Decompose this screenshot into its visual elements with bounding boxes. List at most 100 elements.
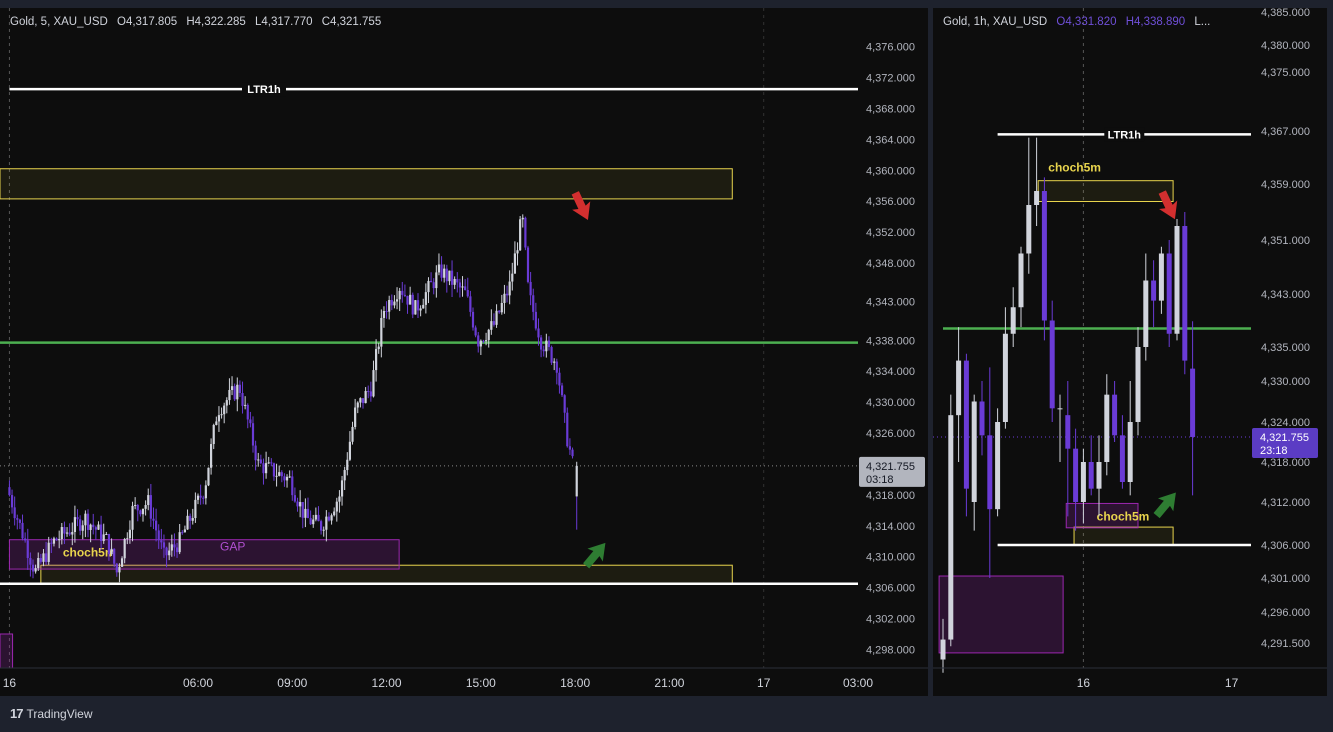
candle-body: [390, 300, 393, 306]
candle-body: [1026, 205, 1032, 254]
choch-label: choch5m: [63, 546, 116, 560]
candles-5m: [8, 214, 578, 583]
price-tick-label: 4,360.000: [866, 165, 915, 177]
candle-body: [257, 459, 260, 461]
tradingview-branding[interactable]: 17 TradingView: [10, 706, 93, 721]
candle-body: [545, 340, 548, 352]
price-tick-label: 4,312.000: [1261, 497, 1310, 509]
time-tick-label: 16: [3, 676, 17, 690]
candle-body: [13, 507, 16, 519]
candle-body: [173, 544, 176, 548]
candle-body: [60, 527, 63, 540]
price-tick-label: 4,338.000: [866, 335, 915, 347]
candle-body: [398, 290, 401, 300]
price-tick-label: 4,348.000: [866, 258, 915, 270]
candle-body: [1135, 347, 1141, 422]
candle-body: [118, 566, 121, 573]
candle-body: [338, 496, 341, 502]
legend-symbol: Gold, 1h, XAU_USD: [943, 16, 1048, 28]
candle-body: [278, 472, 281, 476]
candle-body: [458, 282, 462, 288]
candle-body: [259, 459, 262, 464]
candle-body: [50, 542, 53, 544]
candle-body: [1041, 191, 1047, 321]
candle-body: [52, 538, 56, 544]
candle-body: [314, 514, 317, 520]
brand-name: TradingView: [26, 706, 93, 721]
time-tick-label: 06:00: [183, 676, 213, 690]
candle-body: [492, 321, 496, 325]
candle-body: [113, 548, 116, 564]
candle-body: [484, 340, 488, 342]
candle-body: [505, 293, 509, 296]
candle-body: [356, 402, 359, 408]
chart-canvas-1h[interactable]: choch5m choch5m LTR1h 4,385.000 4,380.000 4,3…: [933, 8, 1327, 696]
price-tick-label: 4,318.000: [866, 490, 915, 502]
price-tick-label: 4,306.000: [866, 583, 915, 595]
candle-body: [291, 476, 294, 496]
price-tick-label: 4,385.000: [1261, 8, 1310, 19]
candle-body: [1057, 408, 1063, 410]
candle-countdown: 03:18: [866, 474, 894, 486]
candle-body: [73, 517, 77, 532]
candle-body: [550, 347, 553, 363]
candle-body: [1182, 226, 1188, 361]
candle-body: [1034, 191, 1040, 205]
candle-body: [65, 532, 69, 534]
candle-body: [343, 470, 346, 481]
candle-body: [165, 547, 168, 556]
time-tick-label: 15:00: [466, 676, 496, 690]
candle-body: [120, 558, 124, 567]
candle-body: [160, 540, 163, 543]
candle-body: [359, 398, 362, 403]
candle-body: [29, 557, 32, 565]
tradingview-logo-icon: 17: [10, 706, 24, 721]
choch-label: choch5m: [1048, 161, 1101, 175]
candle-body: [144, 505, 147, 509]
candle-body: [225, 400, 228, 406]
candle-body: [526, 247, 530, 282]
candle-body: [1174, 226, 1180, 334]
candle-body: [1018, 253, 1024, 308]
chart-panel-5m[interactable]: Gold, 5, XAU_USD O4,317.805 H4,322.285 L…: [0, 8, 928, 696]
candle-body: [152, 518, 155, 521]
chart-canvas-5m[interactable]: choch5m GAP LTR1h 4,376.000 4,372.000 4,368.0…: [0, 8, 928, 696]
gap-label: GAP: [220, 540, 245, 554]
price-tick-label: 4,343.000: [866, 297, 915, 309]
candle-body: [249, 419, 252, 424]
price-tick-label: 4,310.000: [866, 552, 915, 564]
candle-body: [105, 534, 108, 536]
candle-body: [1073, 448, 1079, 502]
candle-body: [401, 290, 404, 295]
candle-body: [309, 518, 312, 525]
candle-body: [1096, 462, 1102, 489]
candle-body: [519, 219, 522, 251]
candle-body: [500, 303, 503, 313]
candle-body: [244, 404, 247, 406]
legend-low: L4,317.770: [254, 16, 313, 28]
candle-body: [37, 558, 40, 569]
price-tick-label: 4,291.500: [1261, 638, 1310, 650]
candle-body: [306, 508, 310, 519]
candle-body: [322, 529, 325, 531]
candle-body: [382, 310, 386, 318]
candle-body: [241, 392, 244, 406]
candle-body: [99, 524, 103, 542]
candle-body: [42, 553, 45, 562]
legend-high: H4,322.285: [186, 16, 246, 28]
candle-body: [71, 531, 74, 535]
candle-body: [487, 329, 490, 341]
candle-body: [364, 391, 367, 404]
chart-panel-1h[interactable]: Gold, 1h, XAU_USD O4,331.820 H4,338.890 …: [933, 8, 1327, 696]
candle-body: [511, 273, 514, 282]
candle-body: [223, 405, 226, 415]
candle-body: [296, 501, 299, 507]
candle-body: [299, 502, 302, 507]
legend-low: L...: [1194, 16, 1211, 28]
candle-body: [409, 294, 412, 305]
current-price-value: 4,321.755: [1260, 432, 1309, 444]
candle-body: [1080, 462, 1086, 502]
price-tick-label: 4,351.000: [1261, 235, 1310, 247]
candle-body: [236, 384, 239, 400]
candle-body: [380, 317, 383, 347]
